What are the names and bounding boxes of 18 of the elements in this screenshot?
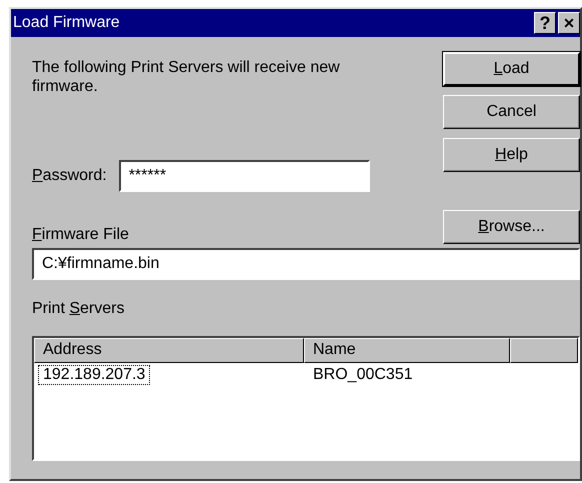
password-label: Password: [32, 167, 107, 185]
print-servers-label: Print Servers [32, 300, 126, 318]
table-cell[interactable]: BRO_00C351 [308, 365, 418, 385]
password-field[interactable]: ****** [118, 160, 370, 192]
dialog-button[interactable]: Cancel [443, 95, 580, 129]
table-cell[interactable]: 192.189.207.3 [38, 365, 150, 385]
firmware-file-field[interactable]: C:¥firmname.bin [32, 248, 580, 280]
browse-button[interactable]: Browse... [443, 210, 580, 244]
column-header[interactable]: Address [34, 338, 304, 363]
help-button[interactable]: ? [534, 12, 556, 34]
message-text: The following Print Servers will receive new firmware. [32, 58, 341, 96]
window-title: Load Firmware [13, 14, 120, 32]
close-button[interactable]: × [558, 12, 580, 34]
firmware-file-label: Firmware File [32, 226, 129, 244]
column-header[interactable] [510, 338, 578, 363]
column-header[interactable]: Name [304, 338, 510, 363]
dialog-button[interactable]: Load [443, 52, 580, 86]
dialog-button[interactable]: Help [443, 138, 580, 172]
